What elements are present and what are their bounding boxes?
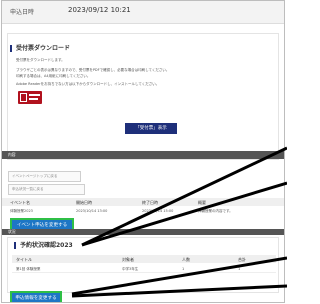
change-application-info-button[interactable]: 申込情報を変更する	[10, 291, 62, 302]
page-frame: 申込日時 2023/09/12 10:21 受付票ダウンロード 受付票をダウンロ…	[1, 0, 285, 303]
show-receipt-button[interactable]: 「受付票」表示	[125, 123, 177, 134]
schedule-col-count: 人数	[182, 257, 190, 262]
event-cell-end: 2023/10/14 15:00	[142, 209, 174, 213]
status-section-bar: 状況	[2, 229, 284, 235]
adobe-reader-badge[interactable]	[18, 91, 42, 104]
adobe-wordmark-line	[29, 94, 40, 96]
application-date-label: 申込日時	[10, 9, 35, 16]
event-col-start: 開始日時	[76, 200, 92, 205]
table-row	[12, 265, 276, 273]
event-cell-start: 2023/10/14 13:00	[76, 209, 108, 213]
event-col-summary: 概要	[198, 200, 206, 205]
schedule-cell-title: 第1回 体験授業	[16, 267, 41, 271]
schedule-cell-target: 中学3年生	[122, 267, 139, 271]
back-to-event-top-button[interactable]: イベントページトップに戻る	[8, 171, 81, 182]
download-instruction-3: 印刷する場合は、A4用紙に印刷してください。	[16, 74, 91, 78]
application-header: 申込日時 2023/09/12 10:21	[2, 1, 284, 24]
download-panel	[7, 33, 279, 160]
schedule-col-total: 合計	[238, 257, 246, 262]
download-panel-title: 受付票ダウンロード	[10, 45, 70, 52]
schedule-cell-count: 1	[182, 267, 185, 271]
event-cell-name: 体験授業2023	[10, 209, 33, 213]
download-instruction-4: Adobe Readerをお持ちでない方は以下からダウンロードし、インストールし…	[16, 82, 160, 86]
schedule-col-target: 対象者	[122, 257, 134, 262]
event-cell-summary: 体験授業の内容です。	[198, 209, 233, 213]
schedule-cell-total: 1	[238, 267, 241, 271]
content-section-bar: 内容	[2, 151, 284, 159]
adobe-logo-icon	[20, 93, 27, 102]
schedule-col-title: タイトル	[16, 257, 32, 262]
schedule-panel-title: 予約状況確認2023	[14, 242, 73, 249]
back-to-application-list-button[interactable]: 申込状況一覧に戻る	[8, 184, 85, 195]
event-col-end: 終了日時	[142, 200, 158, 205]
event-col-name: イベント名	[10, 200, 30, 205]
application-datetime: 2023/09/12 10:21	[68, 6, 131, 14]
download-instruction-1: 受付票をダウンロードします。	[16, 58, 65, 62]
download-instruction-2: ブラウザごとの表示は異なりますので、受付票をPDFで確認し、必要な場合は印刷して…	[16, 68, 170, 72]
adobe-wordmark-line	[29, 98, 38, 100]
schedule-table-header	[12, 255, 276, 263]
